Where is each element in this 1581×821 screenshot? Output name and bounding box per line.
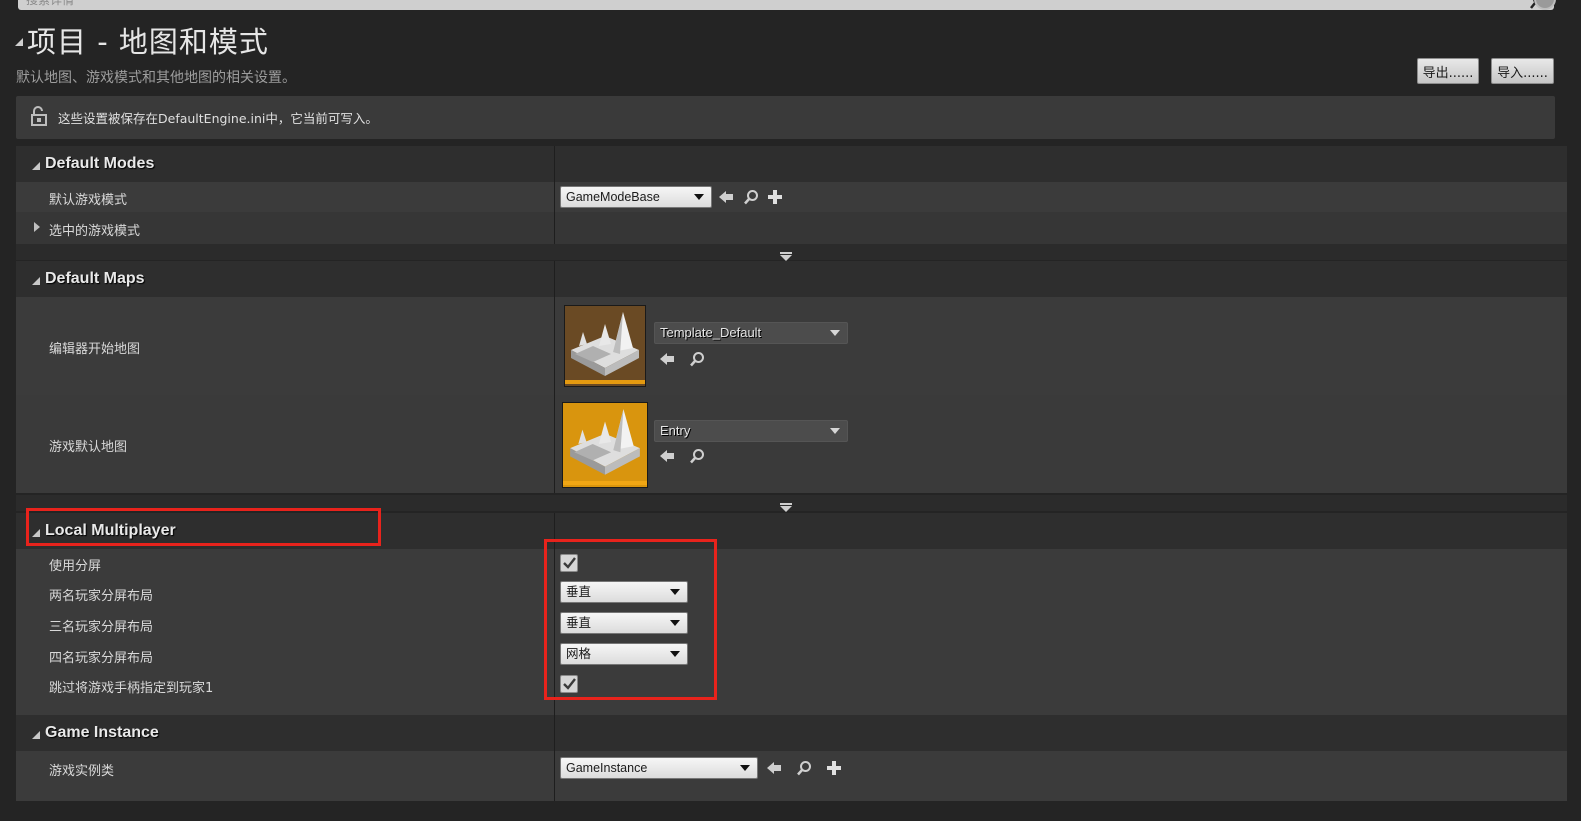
use-selected-arrow-icon[interactable]	[659, 448, 675, 468]
page-title: 项目 - 地图和模式	[27, 25, 269, 59]
property-label: 跳过将游戏手柄指定到玩家1	[49, 681, 214, 696]
search-input[interactable]: 搜索详情	[18, 0, 1554, 10]
expand-arrow-icon[interactable]	[34, 222, 40, 232]
combo-value: 垂直	[566, 616, 592, 630]
add-plus-icon[interactable]	[767, 189, 783, 209]
collapse-triangle-icon[interactable]	[15, 38, 23, 46]
level-icon	[570, 409, 640, 475]
combo-value: GameInstance	[566, 761, 648, 775]
combo-value: Entry	[660, 423, 691, 438]
game-mode-combo[interactable]: GameModeBase	[560, 186, 712, 208]
collapse-triangle-icon	[32, 529, 40, 537]
search-placeholder: 搜索详情	[26, 0, 75, 7]
chevron-down-icon	[740, 765, 750, 771]
property-label: 游戏实例类	[49, 764, 115, 779]
config-notice: 这些设置被保存在DefaultEngine.ini中，它当前可写入。	[16, 96, 1555, 139]
property-row-game-instance-class: 游戏实例类 GameInstance	[16, 751, 1567, 801]
browse-search-icon[interactable]	[743, 189, 759, 209]
import-button[interactable]: 导入......	[1491, 58, 1554, 84]
chevron-down-icon	[830, 428, 840, 434]
page-title-row: 项目 - 地图和模式	[15, 22, 269, 59]
combo-value: Template_Default	[660, 325, 762, 340]
combo-value: 网格	[566, 647, 592, 661]
property-label: 三名玩家分屏布局	[49, 620, 154, 635]
property-label: 四名玩家分屏布局	[49, 651, 154, 666]
browse-search-icon[interactable]	[689, 351, 705, 371]
category-default-modes[interactable]: Default Modes	[16, 146, 1567, 182]
add-plus-icon[interactable]	[826, 760, 842, 780]
category-title: Default Modes	[45, 155, 155, 172]
property-label: 两名玩家分屏布局	[49, 589, 154, 604]
export-button[interactable]: 导出......	[1417, 58, 1479, 84]
asset-type-bar	[563, 481, 647, 485]
category-title: Local Multiplayer	[45, 522, 176, 539]
property-label: 编辑器开始地图	[49, 342, 141, 357]
chevron-down-icon	[670, 620, 680, 626]
unlock-icon	[30, 105, 48, 130]
notice-text: 这些设置被保存在DefaultEngine.ini中，它当前可写入。	[58, 111, 378, 126]
property-row-editor-startup-map: 编辑器开始地图 Template_Default	[16, 297, 1567, 395]
map-thumbnail[interactable]	[562, 402, 648, 488]
category-local-multiplayer[interactable]: Local Multiplayer	[16, 513, 1567, 549]
editor-map-combo[interactable]: Template_Default	[654, 322, 848, 344]
property-label: 游戏默认地图	[49, 440, 128, 455]
advanced-expander[interactable]	[16, 495, 1567, 512]
property-row-selected-game-mode[interactable]: 选中的游戏模式	[16, 212, 1567, 244]
property-row-default-game-mode: 默认游戏模式 GameModeBase	[16, 182, 1567, 212]
browse-search-icon[interactable]	[689, 448, 705, 468]
chevron-down-icon	[670, 651, 680, 657]
property-label: 默认游戏模式	[49, 193, 128, 208]
three-player-layout-combo[interactable]: 垂直	[560, 612, 688, 634]
use-splitscreen-checkbox[interactable]	[560, 554, 578, 572]
property-label: 使用分屏	[49, 559, 102, 574]
asset-type-bar	[565, 380, 645, 384]
game-instance-combo[interactable]: GameInstance	[560, 757, 758, 779]
category-default-maps[interactable]: Default Maps	[16, 261, 1567, 297]
combo-value: GameModeBase	[566, 190, 660, 204]
category-title: Game Instance	[45, 724, 159, 741]
page-subtitle: 默认地图、游戏模式和其他地图的相关设置。	[16, 70, 296, 86]
category-game-instance[interactable]: Game Instance	[16, 715, 1567, 751]
browse-search-icon[interactable]	[796, 760, 812, 780]
use-selected-arrow-icon[interactable]	[766, 760, 782, 780]
checkmark-icon	[563, 678, 576, 690]
four-player-layout-combo[interactable]: 网格	[560, 643, 688, 665]
checkmark-icon	[563, 557, 576, 569]
chevron-down-icon	[830, 330, 840, 336]
use-selected-arrow-icon[interactable]	[659, 351, 675, 371]
skip-gamepad-checkbox[interactable]	[560, 675, 578, 693]
game-map-combo[interactable]: Entry	[654, 420, 848, 442]
two-player-layout-combo[interactable]: 垂直	[560, 581, 688, 603]
collapse-triangle-icon	[32, 277, 40, 285]
property-row-game-default-map: 游戏默认地图 Entry	[16, 395, 1567, 493]
combo-value: 垂直	[566, 585, 592, 599]
chevron-down-icon	[670, 589, 680, 595]
property-label: 选中的游戏模式	[49, 224, 141, 239]
chevron-down-icon	[694, 194, 704, 200]
collapse-triangle-icon	[32, 731, 40, 739]
level-icon	[571, 312, 639, 376]
advanced-expander[interactable]	[16, 244, 1567, 261]
map-thumbnail[interactable]	[564, 305, 646, 387]
category-title: Default Maps	[45, 270, 145, 287]
local-multiplayer-body: 使用分屏 两名玩家分屏布局 三名玩家分屏布局 四名玩家分屏布局 跳过将游戏手柄指…	[16, 549, 1567, 715]
collapse-triangle-icon	[32, 162, 40, 170]
use-selected-arrow-icon[interactable]	[718, 189, 734, 209]
